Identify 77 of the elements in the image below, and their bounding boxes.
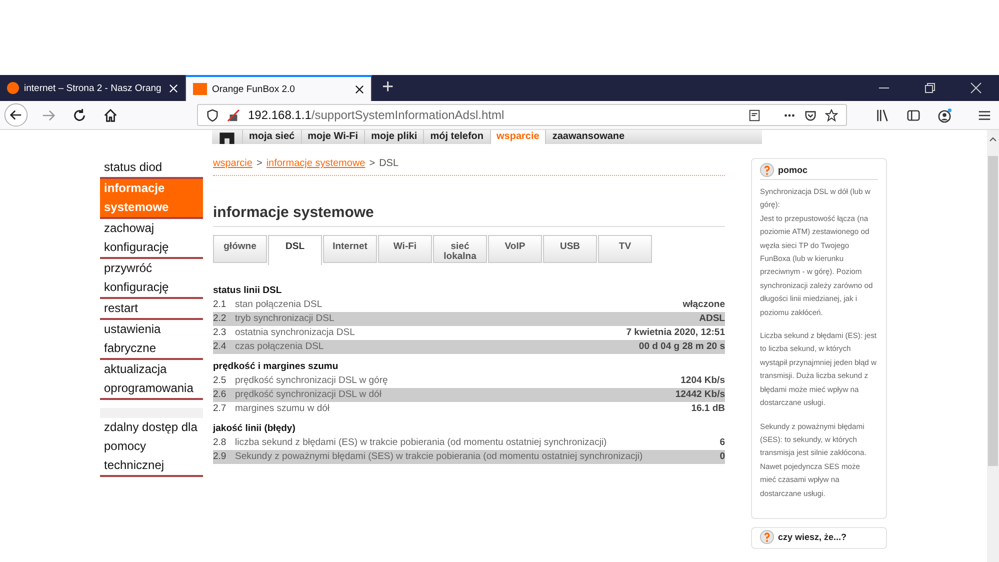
restore-icon[interactable] [924, 82, 936, 94]
tab[interactable]: główne [213, 235, 267, 263]
section-title: prędkość i margines szumu [213, 360, 340, 374]
row-value: 6 [720, 436, 725, 450]
tab[interactable]: sieć lokalna [433, 235, 487, 263]
row-label: prędkość synchronizacji DSL w dół [235, 388, 382, 402]
tab[interactable]: USB [543, 235, 597, 263]
scrollbar-thumb[interactable] [988, 156, 998, 466]
tab[interactable]: DSL [268, 235, 322, 265]
shield-icon [206, 108, 219, 122]
row-label: prędkość synchronizacji DSL w górę [235, 374, 389, 388]
scroll-up-icon[interactable] [989, 136, 997, 142]
row-label: tryb synchronizacji DSL [235, 312, 336, 326]
house-icon[interactable] [218, 130, 236, 144]
row-label: stan połączenia DSL [235, 298, 324, 312]
row-value: 16.1 dB [691, 402, 725, 416]
reload-icon[interactable] [72, 108, 87, 122]
sidebar-item[interactable]: zdalny dostęp dla pomocy technicznej [100, 418, 203, 477]
row-label: margines szumu w dół [235, 402, 331, 416]
row-value: włączone [682, 298, 725, 312]
row-number: 2.8 [213, 436, 228, 450]
breadcrumb-current: DSL [379, 158, 399, 169]
section-title: status linii DSL [213, 284, 283, 298]
row-value: 12442 Kb/s [675, 388, 725, 402]
breadcrumb-separator: > [369, 158, 376, 169]
row-value: 7 kwietnia 2020, 12:51 [626, 326, 725, 340]
row-number: 2.5 [213, 374, 228, 388]
library-icon[interactable] [875, 108, 890, 122]
nav-tab[interactable]: moje pliki [364, 130, 424, 144]
forward-icon[interactable] [41, 108, 56, 122]
nav-tab[interactable]: moja sieć [242, 130, 301, 144]
row-label: ostatnia synchronizacja DSL [235, 326, 356, 340]
breadcrumb-separator: > [256, 158, 262, 169]
row-label: czas połączenia DSL [235, 340, 325, 354]
sidebar-icon[interactable] [906, 108, 921, 122]
address-bar[interactable]: 192.168.1.1/supportSystemInformationAdsl.html [197, 104, 847, 126]
browser-tab[interactable]: Orange FunBox 2.0 [186, 75, 372, 101]
favicon-icon [193, 83, 207, 95]
back-icon[interactable] [4, 103, 28, 127]
help-icon [760, 163, 774, 177]
account-icon[interactable] [937, 108, 952, 122]
url-text: 192.168.1.1/supportSystemInformationAdsl.html [248, 108, 504, 122]
row-value: 00 d 04 g 28 m 20 s [638, 340, 725, 354]
tab[interactable]: TV [598, 235, 652, 263]
new-tab-button[interactable]: + [372, 75, 404, 101]
close-icon[interactable] [355, 84, 364, 94]
help-title: pomoc [778, 165, 808, 175]
home-icon[interactable] [103, 108, 118, 122]
favicon-icon [7, 82, 19, 94]
row-number: 2.3 [213, 326, 228, 340]
row-number: 2.6 [213, 388, 228, 402]
help-icon [760, 530, 774, 544]
row-label: Sekundy z poważnymi błędami (SES) w trakcie pobierania (od momentu ostatniej synchronizacji) [235, 450, 644, 464]
row-number: 2.2 [213, 312, 228, 326]
row-label: liczba sekund z błędami (ES) w trakcie pobierania (od momentu ostatniej synchronizacji) [235, 436, 608, 450]
tab[interactable]: Wi-Fi [378, 235, 432, 263]
row-value: 0 [720, 450, 725, 464]
row-number: 2.9 [213, 450, 228, 464]
section-title: jakość linii (błędy) [213, 422, 296, 436]
insecure-lock-icon [227, 108, 240, 122]
nav-tab[interactable]: zaawansowane [545, 130, 631, 144]
nav-tab[interactable]: moje Wi-Fi [300, 130, 364, 144]
reader-view-icon[interactable] [748, 108, 761, 122]
row-number: 2.1 [213, 298, 228, 312]
row-number: 2.7 [213, 402, 228, 416]
star-icon[interactable] [825, 108, 838, 122]
row-value: ADSL [699, 312, 725, 326]
sidebar-item[interactable]: restart [100, 299, 203, 320]
pocket-icon[interactable] [804, 108, 817, 122]
tab[interactable]: VoIP [488, 235, 542, 263]
row-number: 2.4 [213, 340, 228, 354]
tab[interactable]: Internet [323, 235, 377, 263]
tip-title: czy wiesz, że...? [778, 532, 847, 542]
scrollbar[interactable] [987, 130, 999, 562]
page-heading: informacje systemowe [213, 204, 725, 227]
row-value: 1204 Kb/s [680, 374, 725, 388]
sidebar-item[interactable]: aktualizacja oprogramowania [100, 360, 203, 400]
